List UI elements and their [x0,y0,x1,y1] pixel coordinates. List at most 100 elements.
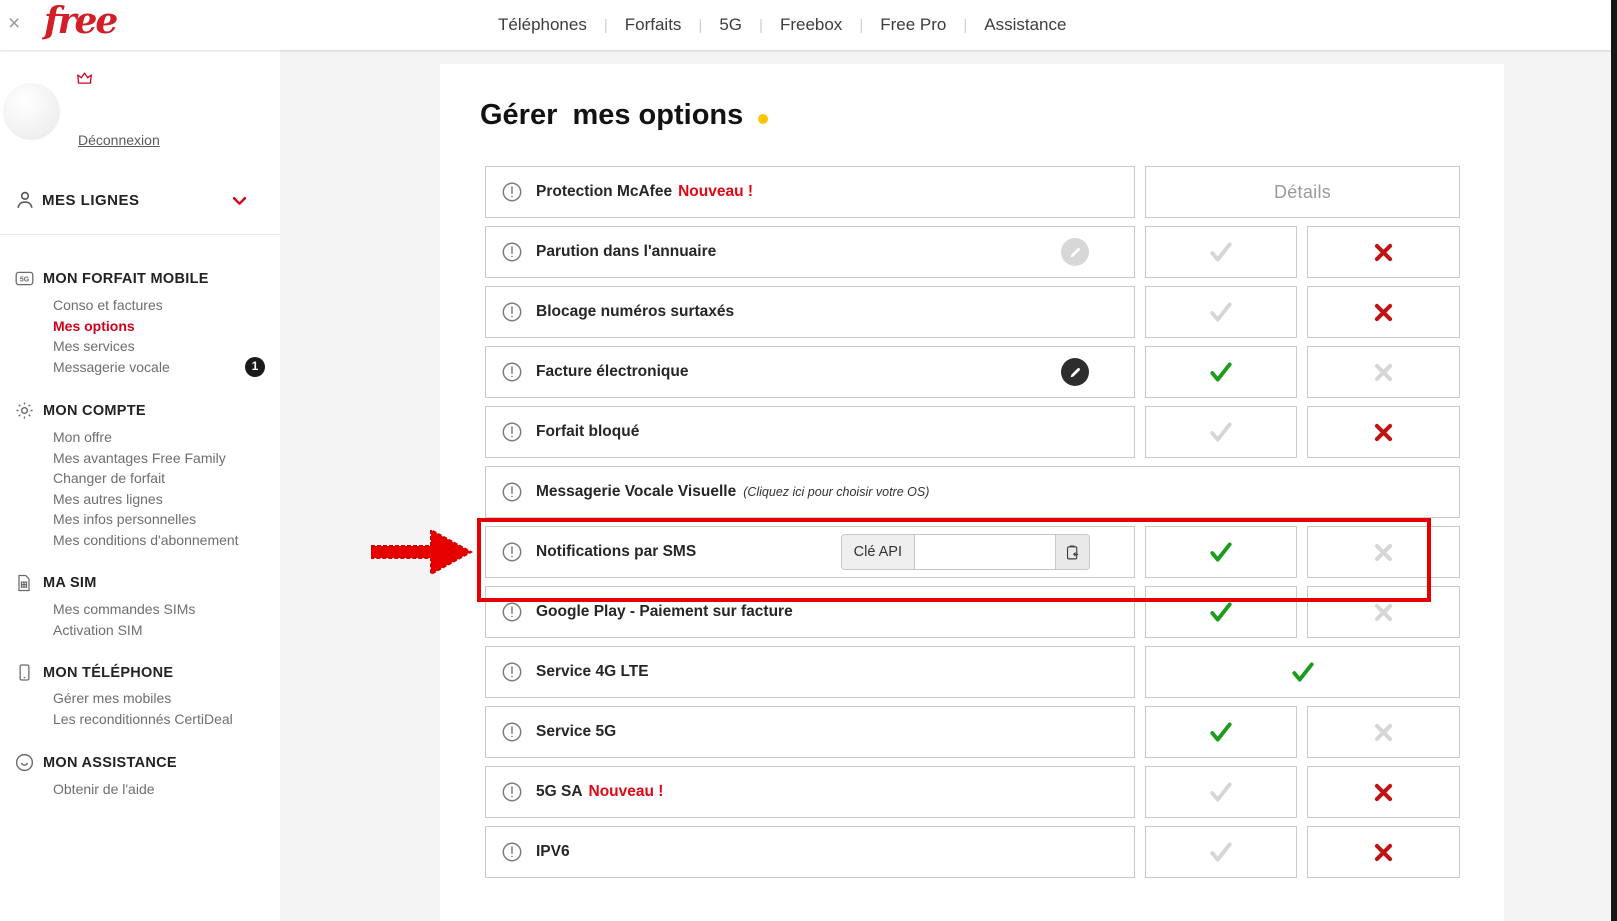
enable-button[interactable] [1145,286,1297,338]
sidebar-section-header[interactable]: MA SIM [0,573,280,593]
option-label-box: Blocage numéros surtaxés [485,286,1135,338]
status-check-button[interactable] [1145,646,1460,698]
sidebar-section-header[interactable]: 5GMON FORFAIT MOBILE [0,268,280,289]
notification-badge: 1 [245,357,265,377]
info-icon[interactable] [501,601,523,623]
sidebar-item-conso-et-factures[interactable]: Conso et factures [0,295,280,316]
sidebar-section-mon-assistance: MON ASSISTANCE Obtenir de l'aide [0,752,280,800]
option-label: Service 5G [536,723,616,741]
enable-button[interactable] [1145,406,1297,458]
enable-button[interactable] [1145,346,1297,398]
page-title: Gérer mes options [480,99,1504,132]
option-label: Parution dans l'annuaire [536,243,716,261]
disable-button[interactable] [1307,226,1460,278]
info-icon[interactable] [501,241,523,263]
sidebar-item-les-reconditionnes-certideal[interactable]: Les reconditionnés CertiDeal [0,709,280,730]
copy-to-clipboard-button[interactable] [1055,535,1089,569]
option-row-messagerie-vocale-visuelle: Messagerie Vocale Visuelle(Cliquez ici p… [485,466,1460,518]
disable-button[interactable] [1307,766,1460,818]
option-label-box: Notifications par SMSClé API [485,526,1135,578]
option-label: Protection McAfee [536,183,672,201]
info-icon[interactable] [501,301,523,323]
option-label-box: Service 5G [485,706,1135,758]
sidebar-item-label: Mes conditions d'abonnement [53,532,239,548]
sidebar-item-label: Mes commandes SIMs [53,601,195,617]
enable-button[interactable] [1145,766,1297,818]
option-label-box[interactable]: Messagerie Vocale Visuelle(Cliquez ici p… [485,466,1460,518]
enable-button[interactable] [1145,526,1297,578]
enable-button[interactable] [1145,706,1297,758]
sidebar-item-mon-offre[interactable]: Mon offre [0,427,280,448]
sidebar-item-changer-de-forfait[interactable]: Changer de forfait [0,468,280,489]
sidebar-item-obtenir-de-l-aide[interactable]: Obtenir de l'aide [0,779,280,800]
disable-button[interactable] [1307,586,1460,638]
sidebar-section-header[interactable]: MON COMPTE [0,400,280,421]
edit-pencil-icon[interactable] [1061,358,1089,386]
option-row-facture-electronique: Facture électronique [485,346,1460,398]
sidebar-divider [0,234,280,235]
chevron-down-icon[interactable] [230,191,249,215]
info-icon[interactable] [501,421,523,443]
nav-separator: | [604,17,608,34]
nav-item-telephones[interactable]: Téléphones [498,15,587,35]
header-nav: Téléphones|Forfaits|5G|Freebox|Free Pro|… [498,0,1066,50]
sidebar-item-activation-sim[interactable]: Activation SIM [0,620,280,641]
option-label-box: Parution dans l'annuaire [485,226,1135,278]
enable-button[interactable] [1145,226,1297,278]
sidebar-section-items: Obtenir de l'aide [0,779,280,800]
disable-button[interactable] [1307,826,1460,878]
info-icon[interactable] [501,541,523,563]
disable-button[interactable] [1307,406,1460,458]
sidebar-item-gerer-mes-mobiles[interactable]: Gérer mes mobiles [0,688,280,709]
nav-item-5g[interactable]: 5G [719,15,742,35]
sidebar-item-mes-commandes-sims[interactable]: Mes commandes SIMs [0,599,280,620]
info-icon[interactable] [501,361,523,383]
sidebar-section-mon-compte: MON COMPTE Mon offreMes avantages Free Fa… [0,400,280,550]
enable-button[interactable] [1145,586,1297,638]
sidebar-section-items: Gérer mes mobiles Les reconditionnés Cert… [0,688,280,729]
option-label: 5G SA [536,783,583,801]
sidebar-item-label: Gérer mes mobiles [53,690,171,706]
enable-button[interactable] [1145,826,1297,878]
disable-button[interactable] [1307,526,1460,578]
info-icon[interactable] [501,841,523,863]
page-scrollbar[interactable] [1611,0,1617,921]
svg-text:5G: 5G [19,277,29,284]
sidebar-section-header[interactable]: MON TÉLÉPHONE [0,663,280,682]
close-icon[interactable]: × [8,13,20,34]
nav-item-assistance[interactable]: Assistance [984,15,1066,35]
details-button[interactable]: Détails [1145,166,1460,218]
sidebar-section-items: Conso et facturesMes optionsMes services… [0,295,280,377]
sidebar-item-mes-services[interactable]: Mes services [0,336,280,357]
sidebar-item-mes-conditions-d-abonnement[interactable]: Mes conditions d'abonnement [0,530,280,551]
nav-item-freebox[interactable]: Freebox [780,15,842,35]
info-icon[interactable] [501,781,523,803]
crown-icon [75,70,94,92]
title-dot [758,114,768,124]
nav-item-free-pro[interactable]: Free Pro [880,15,946,35]
disable-button[interactable] [1307,706,1460,758]
logout-link[interactable]: Déconnexion [78,132,160,148]
option-row-parution-dans-l-annuaire: Parution dans l'annuaire [485,226,1460,278]
free-logo[interactable]: free [44,0,116,42]
edit-pencil-icon[interactable] [1061,238,1089,266]
info-icon[interactable] [501,721,523,743]
sidebar-item-mes-avantages-free-family[interactable]: Mes avantages Free Family [0,448,280,469]
nav-item-forfaits[interactable]: Forfaits [625,15,682,35]
sidebar-sections: 5GMON FORFAIT MOBILEConso et facturesMes… [0,268,280,823]
sidebar-item-mes-infos-personnelles[interactable]: Mes infos personnelles [0,509,280,530]
sidebar-item-mes-autres-lignes[interactable]: Mes autres lignes [0,489,280,510]
sidebar-item-messagerie-vocale[interactable]: Messagerie vocale 1 [0,357,280,378]
info-icon[interactable] [501,181,523,203]
sidebar-item-label: Mes autres lignes [53,491,163,507]
sidebar-item-label: Messagerie vocale [53,359,170,375]
disable-button[interactable] [1307,286,1460,338]
sidebar-section-header[interactable]: MON ASSISTANCE [0,752,280,773]
info-icon[interactable] [501,481,523,503]
disable-button[interactable] [1307,346,1460,398]
info-icon[interactable] [501,661,523,683]
my-lines-header[interactable]: MES LIGNES [0,188,280,214]
sidebar-item-mes-options[interactable]: Mes options [0,316,280,337]
api-key-input[interactable] [915,535,1055,569]
nav-separator: | [759,17,763,34]
